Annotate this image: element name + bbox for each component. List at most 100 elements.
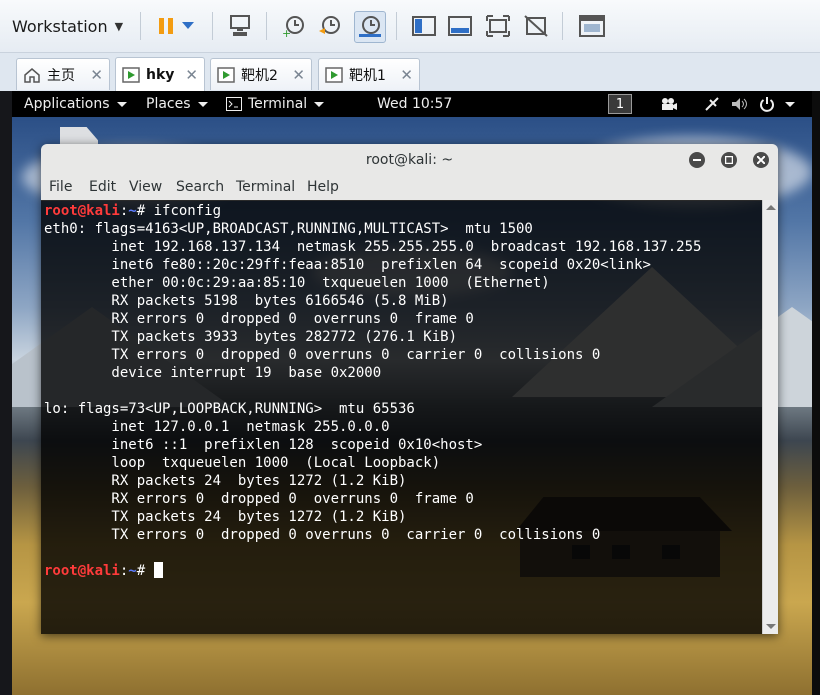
close-icon[interactable]: ✕ bbox=[90, 66, 103, 84]
output-line: TX errors 0 dropped 0 overruns 0 carrier… bbox=[44, 347, 601, 363]
console-view-button[interactable] bbox=[446, 12, 474, 40]
toolbar-divider bbox=[212, 12, 213, 40]
gnome-top-bar: Applications Places Terminal Wed 10:57 1 bbox=[12, 91, 812, 117]
chevron-down-icon bbox=[197, 101, 208, 107]
chevron-down-icon bbox=[116, 101, 127, 107]
chevron-down-icon bbox=[785, 101, 795, 107]
terminal-output[interactable]: root@kali:~# ifconfig eth0: flags=4163<UP… bbox=[41, 200, 762, 634]
close-icon bbox=[757, 156, 765, 164]
tab-target1[interactable]: 靶机1 ✕ bbox=[318, 58, 420, 90]
tab-home[interactable]: 主页 ✕ bbox=[16, 58, 110, 90]
menu-help[interactable]: Help bbox=[307, 179, 339, 195]
volume-icon[interactable] bbox=[731, 91, 749, 117]
menu-view[interactable]: View bbox=[129, 179, 162, 195]
terminal-window: root@kali: ~ File Edit View Search Termi… bbox=[41, 144, 778, 634]
close-icon[interactable]: ✕ bbox=[292, 66, 305, 84]
output-line: lo: flags=73<UP,LOOPBACK,RUNNING> mtu 65… bbox=[44, 401, 415, 417]
menu-search[interactable]: Search bbox=[176, 179, 224, 195]
output-line: RX packets 5198 bytes 6166546 (5.8 MiB) bbox=[44, 293, 449, 309]
output-line: RX errors 0 dropped 0 overruns 0 frame 0 bbox=[44, 491, 474, 507]
scroll-down-icon[interactable] bbox=[766, 624, 776, 629]
output-line: RX packets 24 bytes 1272 (1.2 KiB) bbox=[44, 473, 407, 489]
revert-snapshot-button[interactable] bbox=[316, 12, 344, 40]
output-line: inet6 ::1 prefixlen 128 scopeid 0x10<hos… bbox=[44, 437, 483, 453]
prompt-line: root@kali:~# ifconfig bbox=[44, 202, 762, 220]
full-screen-button[interactable] bbox=[484, 12, 512, 40]
terminal-scrollbar[interactable] bbox=[762, 200, 778, 634]
minimize-button[interactable] bbox=[689, 152, 705, 168]
thumbnail-view-button[interactable] bbox=[578, 12, 606, 40]
close-button[interactable] bbox=[753, 152, 769, 168]
terminal-app-label: Terminal bbox=[248, 96, 308, 112]
guest-border bbox=[0, 91, 12, 695]
vm-running-icon bbox=[325, 66, 343, 83]
command-output: eth0: flags=4163<UP,BROADCAST,RUNNING,MU… bbox=[44, 220, 762, 562]
video-camera-icon[interactable] bbox=[660, 91, 678, 117]
terminal-titlebar[interactable]: root@kali: ~ bbox=[41, 144, 778, 176]
terminal-app-menu[interactable]: Terminal bbox=[226, 91, 325, 117]
prompt-symbol: # bbox=[136, 563, 154, 579]
prompt-symbol: # bbox=[136, 203, 154, 219]
places-menu[interactable]: Places bbox=[146, 91, 208, 117]
toolbar-divider bbox=[396, 12, 397, 40]
take-snapshot-button[interactable]: + bbox=[280, 12, 308, 40]
applications-label: Applications bbox=[24, 96, 110, 112]
text-cursor bbox=[153, 562, 163, 578]
pause-icon bbox=[159, 18, 173, 34]
minimize-icon bbox=[693, 159, 701, 161]
vm-running-icon bbox=[217, 66, 235, 83]
applications-menu[interactable]: Applications bbox=[24, 91, 127, 117]
power-icon[interactable] bbox=[759, 91, 795, 117]
prompt-user: root@kali bbox=[44, 563, 120, 579]
pause-button[interactable] bbox=[152, 12, 180, 40]
vmware-toolbar: Workstation ▼ + bbox=[0, 0, 820, 53]
close-icon[interactable]: ✕ bbox=[400, 66, 413, 84]
clock[interactable]: Wed 10:57 bbox=[377, 91, 452, 117]
show-library-button[interactable] bbox=[410, 12, 438, 40]
snapshot-manager-button[interactable] bbox=[354, 11, 386, 43]
workstation-menu-label: Workstation bbox=[12, 16, 108, 36]
unity-icon bbox=[524, 15, 548, 37]
tab-label: hky bbox=[146, 66, 175, 83]
unity-button[interactable] bbox=[522, 12, 550, 40]
maximize-icon bbox=[725, 156, 733, 164]
output-line: device interrupt 19 base 0x2000 bbox=[44, 365, 382, 381]
full-screen-icon bbox=[486, 15, 510, 37]
workstation-menu[interactable]: Workstation ▼ bbox=[12, 10, 123, 42]
output-line: ether 00:0c:29:aa:85:10 txqueuelen 1000 … bbox=[44, 275, 550, 291]
toolbar-divider bbox=[562, 12, 563, 40]
vm-running-icon bbox=[122, 66, 140, 83]
power-options-dropdown[interactable] bbox=[178, 12, 198, 40]
thumbnail-view-icon bbox=[579, 15, 605, 37]
snapshot-take-icon: + bbox=[282, 16, 304, 38]
chevron-down-icon bbox=[314, 101, 325, 107]
prompt-path: ~ bbox=[128, 203, 137, 219]
terminal-menubar: File Edit View Search Terminal Help bbox=[41, 176, 778, 201]
output-line: inet 192.168.137.134 netmask 255.255.255… bbox=[44, 239, 702, 255]
menu-edit[interactable]: Edit bbox=[89, 179, 116, 195]
snapshot-revert-icon bbox=[319, 16, 340, 34]
toolbar-divider bbox=[266, 12, 267, 40]
tab-target2[interactable]: 靶机2 ✕ bbox=[210, 58, 312, 90]
terminal-title: root@kali: ~ bbox=[365, 152, 454, 168]
close-icon[interactable]: ✕ bbox=[185, 66, 198, 84]
maximize-button[interactable] bbox=[721, 152, 737, 168]
clock-label: Wed 10:57 bbox=[377, 96, 453, 112]
dropdown-icon bbox=[182, 22, 194, 29]
menu-file[interactable]: File bbox=[49, 179, 72, 195]
chevron-down-icon: ▼ bbox=[114, 19, 124, 33]
send-ctrl-alt-del-button[interactable] bbox=[226, 12, 254, 40]
tab-hky[interactable]: hky ✕ bbox=[115, 57, 205, 91]
output-line: TX packets 3933 bytes 282772 (276.1 KiB) bbox=[44, 329, 458, 345]
tab-label: 靶机1 bbox=[349, 67, 386, 84]
scroll-up-icon[interactable] bbox=[766, 205, 776, 210]
menu-terminal[interactable]: Terminal bbox=[236, 179, 295, 195]
send-ctrl-alt-del-icon bbox=[230, 15, 250, 36]
workspace-indicator[interactable]: 1 bbox=[608, 94, 632, 114]
output-line: loop txqueuelen 1000 (Local Loopback) bbox=[44, 455, 441, 471]
prompt-user: root@kali bbox=[44, 203, 120, 219]
accessibility-icon[interactable] bbox=[704, 91, 720, 117]
output-line: RX errors 0 dropped 0 overruns 0 frame 0 bbox=[44, 311, 474, 327]
